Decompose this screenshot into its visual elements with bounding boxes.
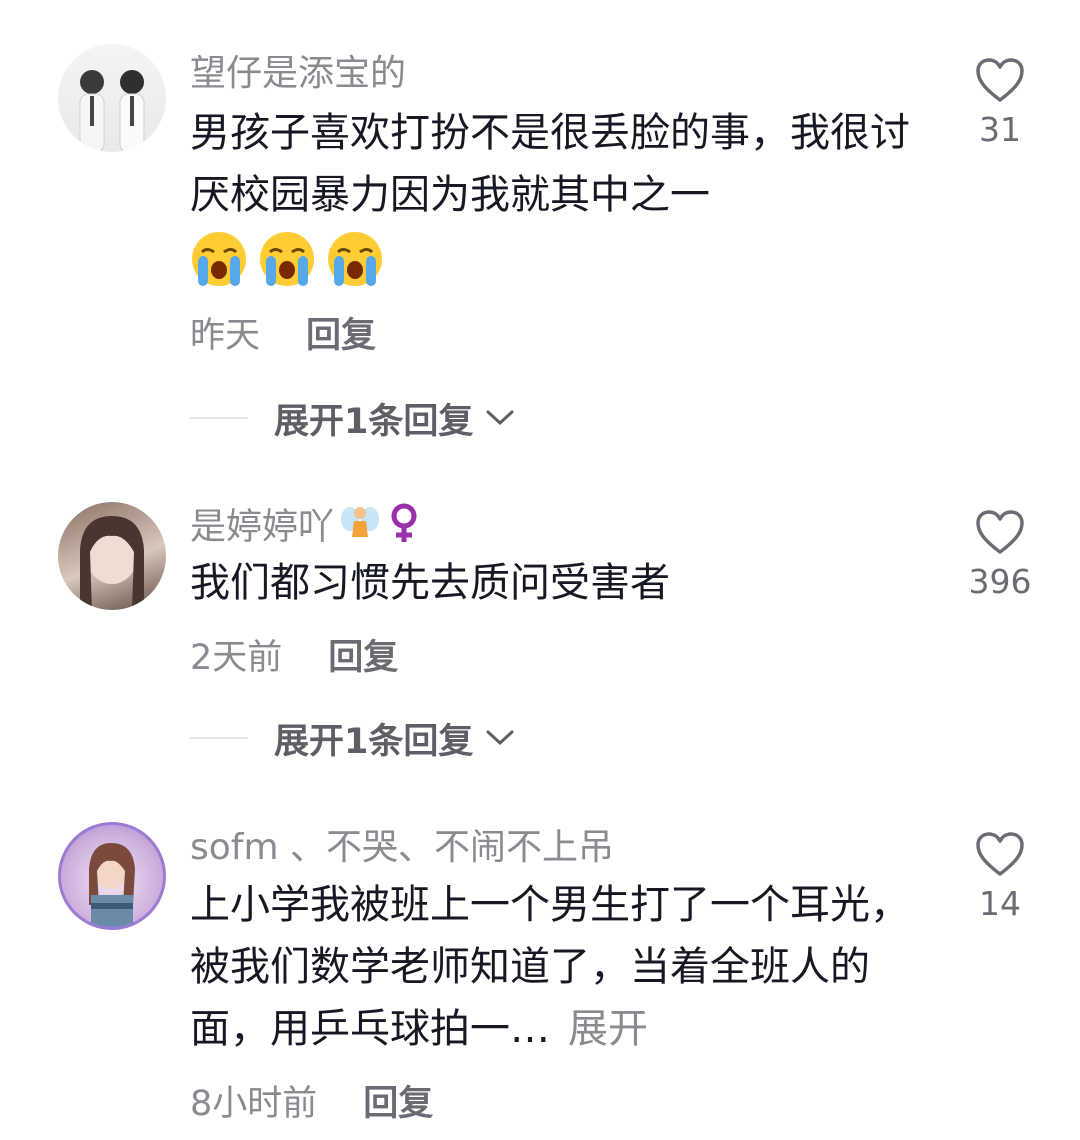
- heart-icon[interactable]: [974, 56, 1026, 104]
- like-count: 14: [979, 884, 1021, 923]
- divider: [190, 417, 248, 419]
- fairy-icon: [340, 503, 380, 554]
- expand-text-button[interactable]: 展开: [568, 1006, 648, 1052]
- comment-username[interactable]: sofm 、不哭、不闹不上吊: [190, 826, 614, 870]
- expand-replies-label: 展开1条回复: [274, 401, 474, 442]
- expand-replies-label: 展开1条回复: [274, 721, 474, 762]
- comment-body: 上小学我被班上一个男生打了一个耳光，被我们数学老师知道了，当着全班人的面，用乒乓…: [190, 882, 910, 1052]
- avatar-image: [89, 843, 135, 927]
- heart-icon[interactable]: [974, 830, 1026, 878]
- comment-username-text[interactable]: 是婷婷吖: [190, 507, 334, 548]
- expand-replies-button[interactable]: 展开1条回复: [190, 396, 515, 442]
- comment-text: 我们都习惯先去质问受害者: [190, 560, 670, 606]
- avatar[interactable]: [58, 502, 166, 610]
- comment-meta: 2天前 回复: [190, 636, 398, 680]
- comment-meta: 昨天 回复: [190, 314, 376, 358]
- avatar[interactable]: [58, 822, 166, 930]
- comment-meta: 8小时前 回复: [190, 1082, 433, 1126]
- like-control[interactable]: 31: [950, 56, 1050, 150]
- like-control[interactable]: 396: [950, 508, 1050, 602]
- heart-icon[interactable]: [974, 508, 1026, 556]
- loudly-crying-face-icon: [326, 230, 384, 288]
- reply-button[interactable]: 回复: [363, 1084, 433, 1124]
- like-count: 31: [979, 110, 1021, 149]
- comment-time: 2天前: [190, 638, 283, 678]
- comment-username[interactable]: 望仔是添宝的: [190, 52, 406, 96]
- chevron-down-icon: [486, 730, 514, 746]
- comment-text: 上小学我被班上一个男生打了一个耳光，被我们数学老师知道了，当着全班人的面，用乒乓…: [190, 874, 930, 1060]
- avatar-image: [80, 516, 144, 610]
- reply-button[interactable]: 回复: [328, 638, 398, 678]
- reply-button[interactable]: 回复: [306, 316, 376, 356]
- avatar-image: [79, 70, 145, 152]
- avatar[interactable]: [58, 44, 166, 152]
- divider: [190, 737, 248, 739]
- loudly-crying-face-icon: [258, 230, 316, 288]
- expand-replies-button[interactable]: 展开1条回复: [190, 716, 515, 762]
- comment-text: 男孩子喜欢打扮不是很丢脸的事，我很讨厌校园暴力因为我就其中之一: [190, 102, 930, 288]
- chevron-down-icon: [486, 410, 514, 426]
- comment-username: 是婷婷吖: [190, 502, 422, 555]
- female-sign-icon: [386, 502, 422, 555]
- like-count: 396: [968, 562, 1032, 601]
- comment-time: 8小时前: [190, 1084, 318, 1124]
- comment-time: 昨天: [190, 316, 261, 356]
- comment-body: 男孩子喜欢打扮不是很丢脸的事，我很讨厌校园暴力因为我就其中之一: [190, 110, 910, 218]
- like-control[interactable]: 14: [950, 830, 1050, 924]
- loudly-crying-face-icon: [190, 230, 248, 288]
